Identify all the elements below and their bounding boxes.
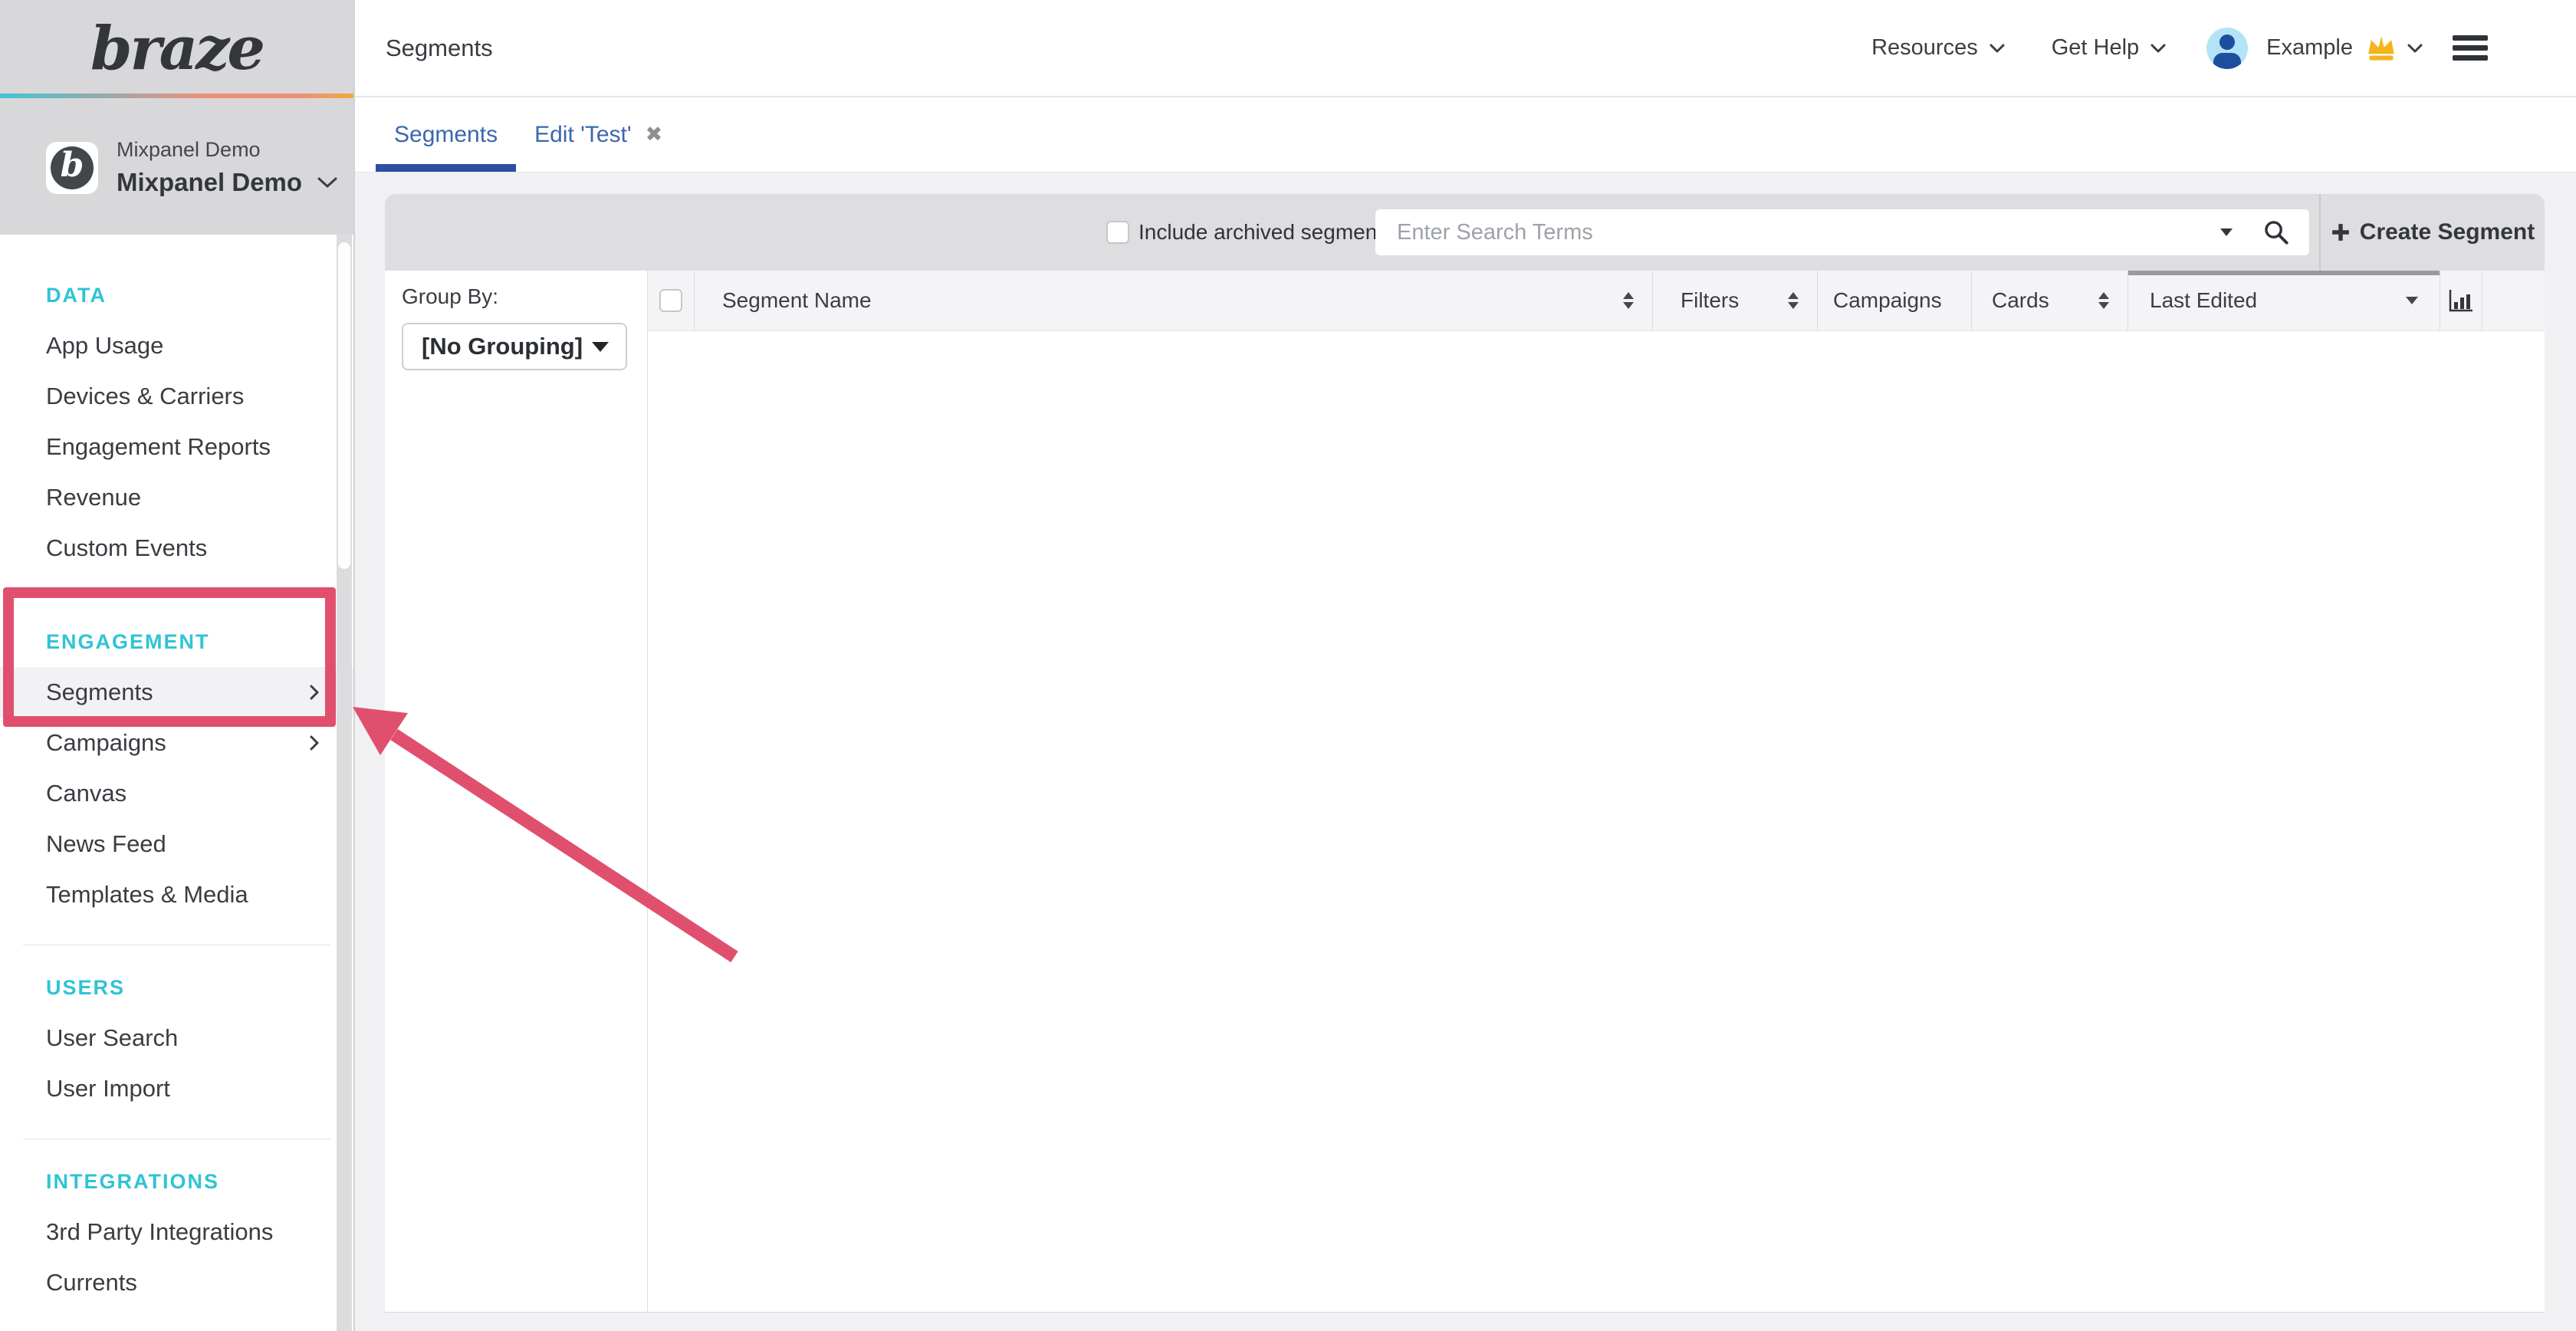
sidebar-item-engagement-reports[interactable]: Engagement Reports <box>0 422 353 472</box>
sidebar-item-templates-media[interactable]: Templates & Media <box>0 869 353 920</box>
nav-header-data: DATA <box>0 270 353 320</box>
group-by-select[interactable]: [No Grouping] <box>402 323 627 370</box>
column-last-edited[interactable]: Last Edited <box>2128 271 2440 330</box>
bar-chart-icon <box>2447 288 2475 314</box>
tab-segments[interactable]: Segments <box>376 97 516 172</box>
column-campaigns[interactable]: Campaigns <box>1818 271 1972 330</box>
column-filters[interactable]: Filters <box>1653 271 1818 330</box>
group-by-panel: Group By: [No Grouping] <box>385 271 648 1312</box>
sidebar-item-app-usage[interactable]: App Usage <box>0 320 353 371</box>
sidebar-item-3rd-party-integrations[interactable]: 3rd Party Integrations <box>0 1207 353 1257</box>
group-by-value: [No Grouping] <box>422 333 592 360</box>
resources-menu[interactable]: Resources <box>1871 35 2006 61</box>
sidebar-item-user-search[interactable]: User Search <box>0 1013 353 1063</box>
sidebar-item-devices-carriers[interactable]: Devices & Carriers <box>0 371 353 422</box>
sort-icon[interactable] <box>1788 292 1799 309</box>
create-segment-button[interactable]: Create Segment <box>2321 194 2545 271</box>
sidebar-item-canvas[interactable]: Canvas <box>0 768 353 819</box>
table-body-empty <box>648 331 2545 1312</box>
chevron-right-icon <box>309 684 320 701</box>
main-area: Segments Resources Get Help Example <box>355 0 2576 1331</box>
chevron-down-icon[interactable] <box>2407 43 2423 54</box>
hamburger-menu-icon[interactable] <box>2453 31 2488 65</box>
select-all-cell <box>648 271 695 330</box>
workspace-name: Mixpanel Demo <box>117 168 302 197</box>
plus-icon <box>2331 222 2351 242</box>
sidebar-item-custom-events[interactable]: Custom Events <box>0 523 353 573</box>
nav-section-users: USERS User Search User Import <box>0 962 353 1114</box>
column-cards[interactable]: Cards <box>1972 271 2128 330</box>
sidebar: braze b Mixpanel Demo Mixpanel Demo DATA… <box>0 0 355 1331</box>
search-icon <box>2263 219 2289 245</box>
brand-gradient-divider <box>0 94 353 98</box>
crown-icon <box>2365 35 2397 62</box>
group-by-label: Group By: <box>402 284 498 309</box>
select-all-checkbox[interactable] <box>659 289 682 312</box>
table-header-row: Segment Name Filters Campaigns Cards <box>648 271 2545 331</box>
sidebar-nav: DATA App Usage Devices & Carriers Engage… <box>0 235 353 1308</box>
close-tab-icon[interactable]: ✖ <box>646 123 663 146</box>
tab-bar: Segments Edit 'Test' ✖ <box>355 97 2576 173</box>
nav-section-integrations: INTEGRATIONS 3rd Party Integrations Curr… <box>0 1156 353 1308</box>
chevron-down-icon <box>1989 43 2006 54</box>
segments-toolbar: Include archived segments Enter Search T… <box>385 194 2545 271</box>
chevron-right-icon <box>309 735 320 751</box>
segments-table: Segment Name Filters Campaigns Cards <box>648 271 2545 1312</box>
get-help-menu[interactable]: Get Help <box>2052 35 2167 61</box>
sidebar-item-revenue[interactable]: Revenue <box>0 472 353 523</box>
tab-edit-test[interactable]: Edit 'Test' ✖ <box>516 97 681 172</box>
chevron-down-icon <box>316 176 339 189</box>
page-title: Segments <box>386 35 493 62</box>
nav-header-integrations: INTEGRATIONS <box>0 1156 353 1207</box>
segments-panel: Include archived segments Enter Search T… <box>385 194 2545 1313</box>
avatar-person-icon <box>2220 35 2235 50</box>
sidebar-scrollbar[interactable] <box>337 235 352 1331</box>
nav-header-engagement: ENGAGEMENT <box>0 616 353 667</box>
search-placeholder: Enter Search Terms <box>1397 220 2220 245</box>
search-dropdown-caret-icon[interactable] <box>2220 228 2233 236</box>
user-avatar[interactable] <box>2206 28 2248 69</box>
include-archived-label: Include archived segments <box>1138 194 1394 271</box>
braze-b-icon: b <box>51 146 94 189</box>
include-archived-checkbox[interactable] <box>1106 221 1129 244</box>
nav-header-users: USERS <box>0 962 353 1013</box>
column-analytics[interactable] <box>2440 271 2482 330</box>
nav-section-engagement: ENGAGEMENT Segments Campaigns Canvas New… <box>0 616 353 920</box>
sidebar-item-campaigns[interactable]: Campaigns <box>0 718 353 768</box>
chevron-down-icon <box>2150 43 2167 54</box>
braze-logo: braze <box>0 14 353 84</box>
nav-section-data: DATA App Usage Devices & Carriers Engage… <box>0 270 353 573</box>
sidebar-header: braze b Mixpanel Demo Mixpanel Demo <box>0 0 353 235</box>
column-segment-name[interactable]: Segment Name <box>695 271 1653 330</box>
search-input[interactable]: Enter Search Terms <box>1375 209 2309 255</box>
sidebar-item-user-import[interactable]: User Import <box>0 1063 353 1114</box>
workspace-company-label: Mixpanel Demo <box>117 138 339 162</box>
header-filler-cell <box>2482 271 2545 330</box>
sort-icon[interactable] <box>1623 292 1634 309</box>
sidebar-item-currents[interactable]: Currents <box>0 1257 353 1308</box>
workspace-selector[interactable]: b Mixpanel Demo Mixpanel Demo <box>46 138 339 197</box>
sort-icon[interactable] <box>2098 292 2109 309</box>
user-name: Example <box>2266 35 2353 61</box>
search-button[interactable] <box>2263 219 2289 245</box>
select-caret-icon <box>592 342 609 352</box>
sidebar-scrollbar-thumb[interactable] <box>338 242 350 569</box>
sort-descending-icon <box>2406 297 2418 304</box>
workspace-app-icon: b <box>46 142 98 194</box>
sidebar-item-news-feed[interactable]: News Feed <box>0 819 353 869</box>
topbar: Segments Resources Get Help Example <box>355 0 2576 97</box>
sidebar-item-segments[interactable]: Segments <box>0 667 353 718</box>
